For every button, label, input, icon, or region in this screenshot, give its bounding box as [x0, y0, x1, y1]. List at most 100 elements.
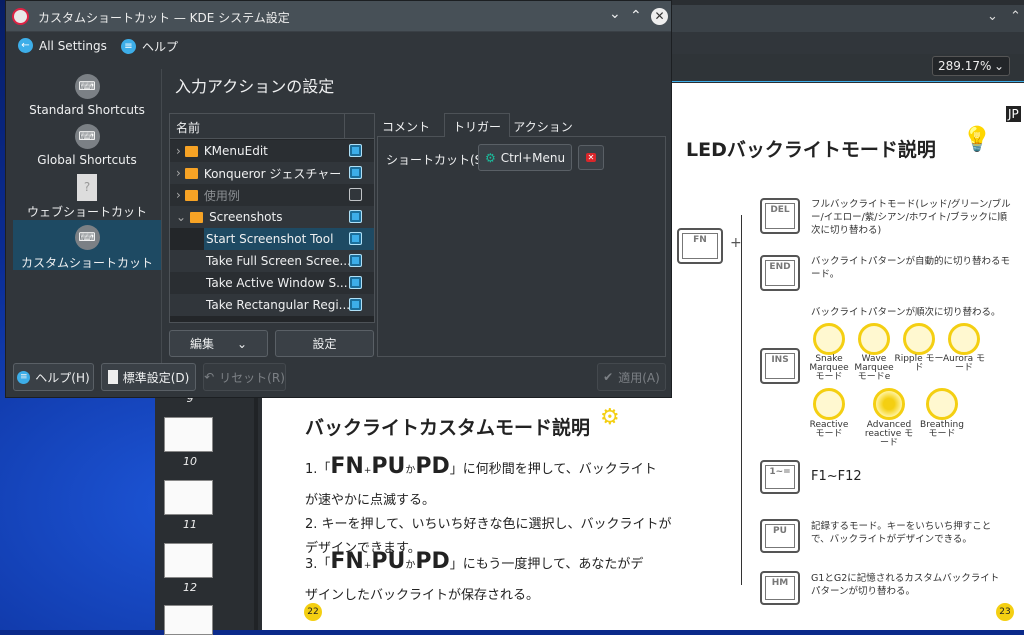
back-arrow-icon: ← — [18, 38, 33, 53]
key-ins: INS — [760, 348, 800, 384]
minimize-icon[interactable]: ⌄ — [609, 6, 621, 22]
tree-row-label: KMenuEdit — [203, 144, 268, 158]
instruction-line: 3.「FN+PUかPD」にもう一度押して、あなたがデ — [305, 549, 644, 574]
folder-icon — [184, 189, 198, 201]
key-hm: HM — [760, 571, 800, 605]
tree-row-selected[interactable]: Start Screenshot Tool — [204, 228, 374, 250]
tree-row[interactable]: › KMenuEdit — [170, 140, 374, 162]
undo-icon: ↶ — [204, 370, 215, 384]
zoom-select[interactable]: 289.17% ⌄ — [932, 56, 1010, 76]
shortcut-value: Ctrl+Menu — [500, 150, 566, 165]
clear-shortcut-button[interactable]: ✕ — [578, 145, 604, 170]
sidebar-item-global-shortcuts[interactable]: ⌨ Global Shortcuts — [13, 119, 161, 169]
unknown-file-icon: ? — [77, 174, 97, 201]
key-description: バックライトパターンが順次に切り替わる。 — [811, 307, 1001, 318]
column-header-label: 名前 — [176, 121, 201, 135]
defaults-button[interactable]: 標準設定(D) — [101, 363, 196, 391]
connector-line — [741, 215, 742, 585]
left-page-title: バックライトカスタムモード説明 — [305, 417, 591, 439]
thumbnail-label: 12 — [183, 581, 197, 594]
settings-button[interactable]: 設定 — [275, 330, 374, 357]
sidebar-item-standard-shortcuts[interactable]: ⌨ Standard Shortcuts — [13, 69, 161, 119]
breathing-icon — [926, 388, 958, 420]
apply-button[interactable]: ✔ 適用(A) — [597, 363, 666, 391]
thumbnail-page-10[interactable] — [164, 417, 213, 452]
all-settings-button[interactable]: ← All Settings — [18, 38, 107, 53]
minimize-icon[interactable]: ⌄ — [987, 9, 998, 24]
chevron-right-icon[interactable]: › — [176, 144, 181, 158]
instruction-line: が速やかに点滅する。 — [305, 493, 436, 508]
tree-row-label: Take Active Window S... — [206, 276, 348, 290]
chevron-right-icon[interactable]: › — [176, 166, 181, 180]
clear-icon: ✕ — [585, 153, 597, 162]
mode-label: Ripple モード — [894, 354, 944, 373]
action-tree: 名前 › KMenuEdit › Konqueror ジェスチャー › 使用例 ⌄ Sc… — [169, 113, 375, 323]
help-button[interactable]: ≡ ヘルプ(H) — [13, 363, 94, 391]
defaults-button-label: 標準設定(D) — [122, 370, 190, 385]
tree-row[interactable]: › 使用例 — [170, 184, 374, 206]
tree-row-label: Take Full Screen Scree... — [206, 254, 351, 268]
tree-row-label: Take Rectangular Regi... — [206, 298, 351, 312]
tab-action[interactable]: アクション — [510, 114, 576, 136]
sidebar-item-web-shortcuts[interactable]: ? ウェブショートカット — [13, 169, 161, 219]
tree-row[interactable]: › Konqueror ジェスチャー — [170, 162, 374, 184]
reactive-icon — [813, 388, 845, 420]
thumbnail-page-11[interactable] — [164, 480, 213, 515]
key-end: END — [760, 255, 800, 291]
chevron-down-icon[interactable]: ⌄ — [176, 210, 186, 224]
gears-icon: ⚙ — [600, 405, 620, 430]
mode-label: Reactive モード — [809, 420, 849, 439]
enable-checkbox[interactable] — [349, 298, 362, 311]
help-button-label: ヘルプ(H) — [35, 370, 90, 385]
all-settings-label: All Settings — [39, 38, 107, 53]
key-description: バックライトパターンが自動的に切り替わるモード。 — [811, 256, 1011, 280]
language-badge: JP — [1006, 106, 1021, 122]
enable-checkbox[interactable] — [349, 144, 362, 157]
column-header-name[interactable]: 名前 — [170, 114, 374, 139]
tree-row[interactable]: Take Active Window S... — [170, 272, 374, 294]
help-menu-button[interactable]: ≡ ヘルプ — [121, 38, 178, 55]
key-description: F1~F12 — [811, 469, 862, 484]
close-icon[interactable]: ✕ — [651, 8, 668, 25]
aurora-icon — [948, 323, 980, 355]
right-page-title: LEDバックライトモード説明 — [686, 139, 936, 161]
enable-checkbox[interactable] — [349, 166, 362, 179]
dialog-titlebar[interactable]: カスタムショートカット — KDE システム設定 ⌄ ⌃ ✕ — [6, 1, 671, 32]
tree-row-label: Start Screenshot Tool — [206, 232, 334, 246]
shortcut-key-button[interactable]: ⚙ Ctrl+Menu — [478, 144, 572, 171]
advanced-reactive-icon — [873, 388, 905, 420]
instruction-line: ザインしたバックライトが保存される。 — [305, 588, 540, 603]
ripple-icon — [903, 323, 935, 355]
key-description: フルバックライトモード(レッド/グリーン/ブルー/イエロー/紫/シアン/ホワイト… — [811, 199, 1011, 236]
tree-row[interactable]: Take Full Screen Scree... — [170, 250, 374, 272]
enable-checkbox[interactable] — [349, 276, 362, 289]
enable-checkbox[interactable] — [349, 254, 362, 267]
enable-checkbox[interactable] — [349, 210, 362, 223]
chevron-right-icon[interactable]: › — [176, 188, 181, 202]
page-number: 23 — [996, 603, 1014, 621]
maximize-icon[interactable]: ⌃ — [630, 8, 642, 24]
tab-comment[interactable]: コメント — [378, 114, 434, 136]
tab-trigger[interactable]: トリガー — [444, 113, 510, 137]
tree-row[interactable]: ⌄ Screenshots — [170, 206, 374, 228]
enable-checkbox[interactable] — [349, 232, 362, 245]
maximize-icon[interactable]: ⌃ — [1010, 9, 1021, 24]
thumbnail-label: 11 — [183, 518, 197, 531]
enable-checkbox[interactable] — [349, 188, 362, 201]
key-pu: PU — [760, 519, 800, 553]
thumbnail-page-12[interactable] — [164, 543, 213, 578]
edit-dropdown-button[interactable]: 編集 ⌄ — [169, 330, 268, 357]
tree-row[interactable]: Take Rectangular Regi... — [170, 294, 374, 316]
mode-label: Breathing モード — [920, 420, 964, 439]
zoom-value: 289.17% — [938, 59, 992, 73]
thumbnail-page-13[interactable] — [164, 605, 213, 635]
keyboard-icon: ⌨ — [74, 124, 100, 149]
sidebar-item-label: ウェブショートカット — [26, 205, 147, 219]
fn-key: FN — [677, 228, 723, 264]
reset-button[interactable]: ↶ リセット(R) — [203, 363, 286, 391]
thumbnail-label: 10 — [183, 455, 197, 468]
instruction-line: 1.「FN+PUかPD」に何秒間を押して、バックライト — [305, 454, 657, 479]
sidebar-item-custom-shortcuts[interactable]: ⌨ カスタムショートカット — [13, 220, 161, 270]
tree-row-label: Screenshots — [209, 210, 283, 224]
keyboard-icon: ⌨ — [74, 225, 100, 250]
